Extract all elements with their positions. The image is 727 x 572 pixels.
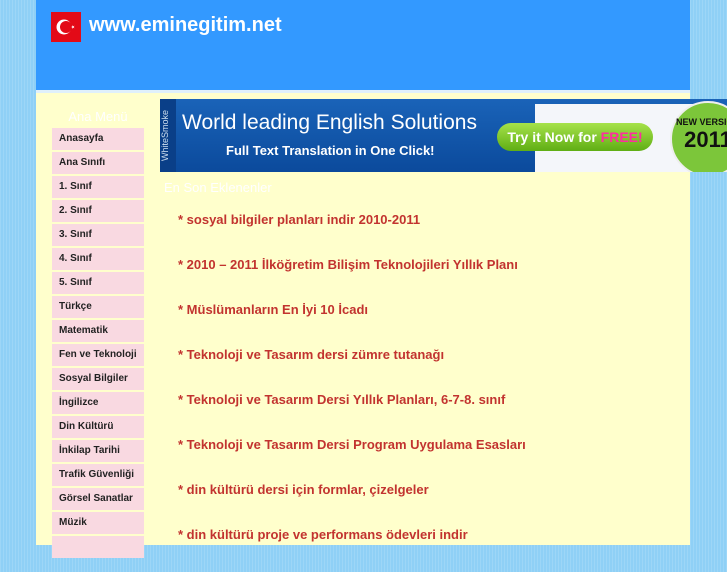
button-free-text: FREE! — [600, 129, 643, 145]
recent-link[interactable]: * Teknoloji ve Tasarım Dersi Yıllık Plan… — [178, 392, 526, 437]
recent-link[interactable]: * 2010 – 2011 İlköğretim Bilişim Teknolo… — [178, 257, 526, 302]
turkish-flag-icon — [51, 12, 81, 42]
menu-item[interactable]: Trafik Güvenliği — [52, 464, 144, 486]
recent-link[interactable]: * din kültürü dersi için formlar, çizelg… — [178, 482, 526, 527]
menu-item[interactable]: Sosyal Bilgiler — [52, 368, 144, 390]
site-title[interactable]: www.eminegitim.net — [89, 14, 282, 37]
whitesmoke-ad-banner[interactable]: WhiteSmoke World leading English Solutio… — [160, 99, 727, 172]
recent-link[interactable]: * sosyal bilgiler planları indir 2010-20… — [178, 212, 526, 257]
menu-title: Ana Menü — [68, 109, 128, 124]
menu-item[interactable]: Din Kültürü — [52, 416, 144, 438]
menu-item[interactable]: İnkilap Tarihi — [52, 440, 144, 462]
menu-item[interactable]: Fen ve Teknoloji — [52, 344, 144, 366]
menu-item[interactable]: Matematik — [52, 320, 144, 342]
main-menu: Anasayfa Ana Sınıfı 1. Sınıf 2. Sınıf 3. Sın… — [52, 128, 144, 560]
menu-item[interactable]: 5. Sınıf — [52, 272, 144, 294]
menu-item[interactable]: 4. Sınıf — [52, 248, 144, 270]
recent-link[interactable]: * din kültürü proje ve performans ödevle… — [178, 527, 526, 572]
menu-item[interactable]: Görsel Sanatlar — [52, 488, 144, 510]
try-now-button[interactable]: Try it Now for FREE! — [497, 123, 653, 151]
badge-text: NEW VERSION — [675, 117, 727, 127]
menu-item[interactable]: Ana Sınıfı — [52, 152, 144, 174]
banner-brand: WhiteSmoke — [160, 99, 176, 172]
recent-title: En Son Eklenenler — [164, 180, 272, 195]
badge-year: 2011 — [684, 127, 727, 152]
recent-list: * sosyal bilgiler planları indir 2010-20… — [178, 212, 526, 572]
menu-item[interactable]: 2. Sınıf — [52, 200, 144, 222]
menu-item[interactable]: 3. Sınıf — [52, 224, 144, 246]
recent-link[interactable]: * Teknoloji ve Tasarım Dersi Program Uyg… — [178, 437, 526, 482]
page-container: www.eminegitim.net Ana Menü Anasayfa Ana … — [36, 0, 727, 558]
menu-item[interactable]: Anasayfa — [52, 128, 144, 150]
divider — [36, 90, 690, 93]
header: www.eminegitim.net — [36, 0, 690, 90]
button-text: Try it Now for — [507, 129, 601, 145]
recent-link[interactable]: * Teknoloji ve Tasarım dersi zümre tutan… — [178, 347, 526, 392]
recent-link[interactable]: * Müslümanların En İyi 10 İcadı — [178, 302, 526, 347]
menu-item[interactable]: Müzik — [52, 512, 144, 534]
menu-item[interactable]: Türkçe — [52, 296, 144, 318]
banner-headline: World leading English Solutions — [182, 111, 477, 134]
menu-item[interactable]: 1. Sınıf — [52, 176, 144, 198]
menu-item[interactable] — [52, 536, 144, 558]
menu-item[interactable]: İngilizce — [52, 392, 144, 414]
banner-subline: Full Text Translation in One Click! — [226, 143, 435, 158]
